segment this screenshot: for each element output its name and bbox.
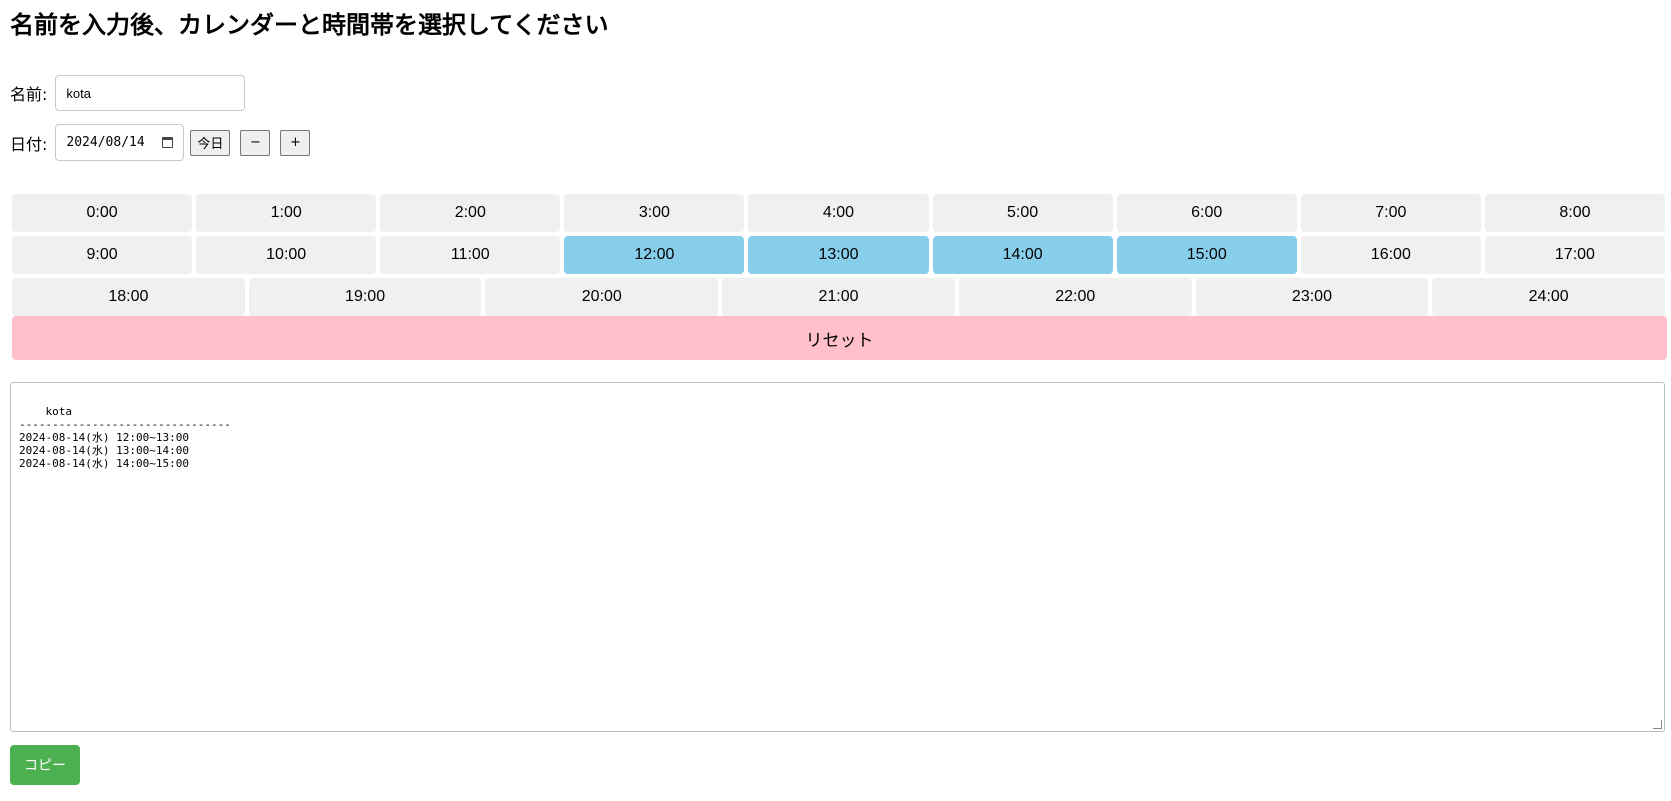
time-slot-button[interactable]: 20:00 [485,278,719,316]
time-slot-button[interactable]: 18:00 [12,278,245,316]
name-input[interactable]: kota [55,75,246,111]
time-slot-button[interactable]: 16:00 [1300,236,1481,274]
time-slot-button[interactable]: 12:00 [564,236,745,274]
time-slot-button[interactable]: 19:00 [248,278,482,316]
page: 名前を入力後、カレンダーと時間帯を選択してください 名前: kota 日付: 2… [0,0,1671,785]
date-row: 日付: 2024/08/14 今日 − + [10,124,1661,161]
time-slot-button[interactable]: 3:00 [564,194,745,232]
time-slot-button[interactable]: 9:00 [12,236,193,274]
date-input[interactable]: 2024/08/14 [55,124,185,161]
reset-button[interactable]: リセット [12,316,1667,360]
time-slot-button[interactable]: 4:00 [748,194,929,232]
output-textarea[interactable]: kota -------------------------------- 20… [10,382,1665,732]
time-slot-row: 9:00 10:00 11:00 12:00 13:00 14:00 15:00 16:00 1… [10,236,1665,274]
resize-grip-icon[interactable] [1653,720,1662,729]
time-slot-button[interactable]: 17:00 [1484,236,1665,274]
name-label: 名前: [10,85,48,104]
today-button[interactable]: 今日 [190,129,231,156]
page-title: 名前を入力後、カレンダーと時間帯を選択してください [10,11,609,39]
output-text: kota -------------------------------- 20… [19,405,231,470]
time-slot-button[interactable]: 5:00 [932,194,1113,232]
calendar-icon[interactable] [162,137,174,148]
time-slot-button[interactable]: 8:00 [1484,194,1665,232]
copy-button[interactable]: コピー [10,745,80,785]
time-slot-button[interactable]: 14:00 [932,236,1113,274]
time-slot-button[interactable]: 21:00 [722,278,955,316]
time-slot-grid: 0:00 1:00 2:00 3:00 4:00 5:00 6:00 7:00 8:00 9:00… [10,194,1666,316]
time-slot-button[interactable]: 6:00 [1116,194,1297,232]
time-slot-button[interactable]: 7:00 [1300,194,1481,232]
time-slot-button[interactable]: 24:00 [1432,278,1666,316]
time-slot-row: 0:00 1:00 2:00 3:00 4:00 5:00 6:00 7:00 8:00 [10,194,1665,232]
time-slot-button[interactable]: 22:00 [958,278,1192,316]
time-slot-button[interactable]: 11:00 [380,236,561,274]
date-value: 2024/08/14 [66,135,145,150]
time-slot-button[interactable]: 10:00 [196,236,377,274]
time-slot-button[interactable]: 0:00 [12,194,193,232]
time-slot-button[interactable]: 15:00 [1116,236,1297,274]
time-slot-button[interactable]: 1:00 [196,194,377,232]
time-slot-button[interactable]: 23:00 [1195,278,1429,316]
minus-day-button[interactable]: − [240,129,271,156]
time-slot-button[interactable]: 13:00 [748,236,929,274]
date-label: 日付: [10,134,48,154]
time-slot-button[interactable]: 2:00 [380,194,561,232]
plus-day-button[interactable]: + [280,129,311,156]
name-row: 名前: kota [10,75,1661,111]
time-slot-row: 18:00 19:00 20:00 21:00 22:00 23:00 24:00 [10,278,1666,316]
